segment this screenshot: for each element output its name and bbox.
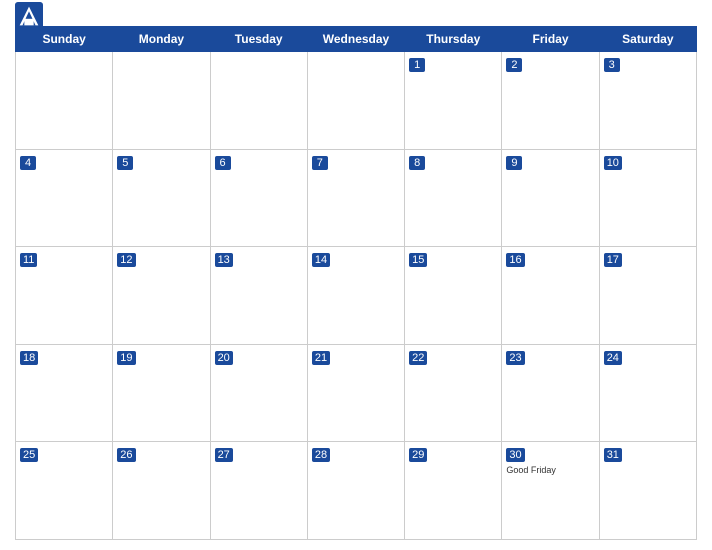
date-number: 26 [117,448,135,462]
calendar-cell: 6 [210,149,307,247]
calendar-cell: 0 [16,52,113,150]
calendar-cell: 5 [113,149,210,247]
calendar-table: SundayMondayTuesdayWednesdayThursdayFrid… [15,26,697,540]
calendar-cell: 3 [599,52,696,150]
calendar-cell: 2 [502,52,599,150]
weekday-header-tuesday: Tuesday [210,27,307,52]
date-number: 19 [117,351,135,365]
weekday-header-sunday: Sunday [16,27,113,52]
date-number: 15 [409,253,427,267]
date-number: 9 [506,156,522,170]
calendar-cell: 29 [405,442,502,540]
weekday-header-saturday: Saturday [599,27,696,52]
calendar-header [15,10,697,20]
calendar-cell: 22 [405,344,502,442]
date-number: 17 [604,253,622,267]
calendar-cell: 24 [599,344,696,442]
calendar-cell: 1 [405,52,502,150]
calendar-cell: 7 [307,149,404,247]
date-number: 2 [506,58,522,72]
weekday-header-monday: Monday [113,27,210,52]
calendar-cell: 11 [16,247,113,345]
calendar-cell: 14 [307,247,404,345]
calendar-cell: 0 [210,52,307,150]
logo-icon [15,2,43,30]
date-number: 5 [117,156,133,170]
calendar-cell: 9 [502,149,599,247]
calendar-week-1: 0000123 [16,52,697,150]
logo [15,2,46,30]
calendar-cell: 16 [502,247,599,345]
date-number: 7 [312,156,328,170]
calendar-cell: 21 [307,344,404,442]
weekday-header-row: SundayMondayTuesdayWednesdayThursdayFrid… [16,27,697,52]
date-number: 23 [506,351,524,365]
weekday-header-thursday: Thursday [405,27,502,52]
date-number: 13 [215,253,233,267]
date-number: 16 [506,253,524,267]
holiday-label: Good Friday [506,465,594,475]
calendar-cell: 13 [210,247,307,345]
calendar-week-4: 18 19 20 21 22 23 24 [16,344,697,442]
calendar-cell: 27 [210,442,307,540]
calendar-cell: 12 [113,247,210,345]
date-number: 10 [604,156,622,170]
calendar-cell: 25 [16,442,113,540]
calendar-cell: 10 [599,149,696,247]
date-number: 22 [409,351,427,365]
date-number: 27 [215,448,233,462]
date-number: 6 [215,156,231,170]
calendar-cell: 15 [405,247,502,345]
calendar-cell: 19 [113,344,210,442]
date-number: 8 [409,156,425,170]
weekday-header-wednesday: Wednesday [307,27,404,52]
calendar-week-2: 4 5 6 7 8 9 10 [16,149,697,247]
date-number: 18 [20,351,38,365]
calendar-cell: 8 [405,149,502,247]
date-number: 20 [215,351,233,365]
date-number: 4 [20,156,36,170]
date-number: 30 [506,448,524,462]
calendar-cell: 4 [16,149,113,247]
date-number: 11 [20,253,37,267]
calendar-cell: 31 [599,442,696,540]
calendar-week-5: 25 26 27 28 29 30 Good Friday 31 [16,442,697,540]
calendar-cell: 30 Good Friday [502,442,599,540]
date-number: 28 [312,448,330,462]
date-number: 21 [312,351,330,365]
date-number: 3 [604,58,620,72]
date-number: 25 [20,448,38,462]
date-number: 29 [409,448,427,462]
date-number: 31 [604,448,622,462]
calendar-cell: 20 [210,344,307,442]
calendar-cell: 26 [113,442,210,540]
date-number: 24 [604,351,622,365]
calendar-cell: 17 [599,247,696,345]
calendar-cell: 28 [307,442,404,540]
calendar-week-3: 11 12 13 14 15 16 17 [16,247,697,345]
date-number: 1 [409,58,425,72]
calendar-cell: 23 [502,344,599,442]
calendar-cell: 0 [307,52,404,150]
date-number: 12 [117,253,135,267]
weekday-header-friday: Friday [502,27,599,52]
calendar-cell: 18 [16,344,113,442]
calendar-cell: 0 [113,52,210,150]
date-number: 14 [312,253,330,267]
